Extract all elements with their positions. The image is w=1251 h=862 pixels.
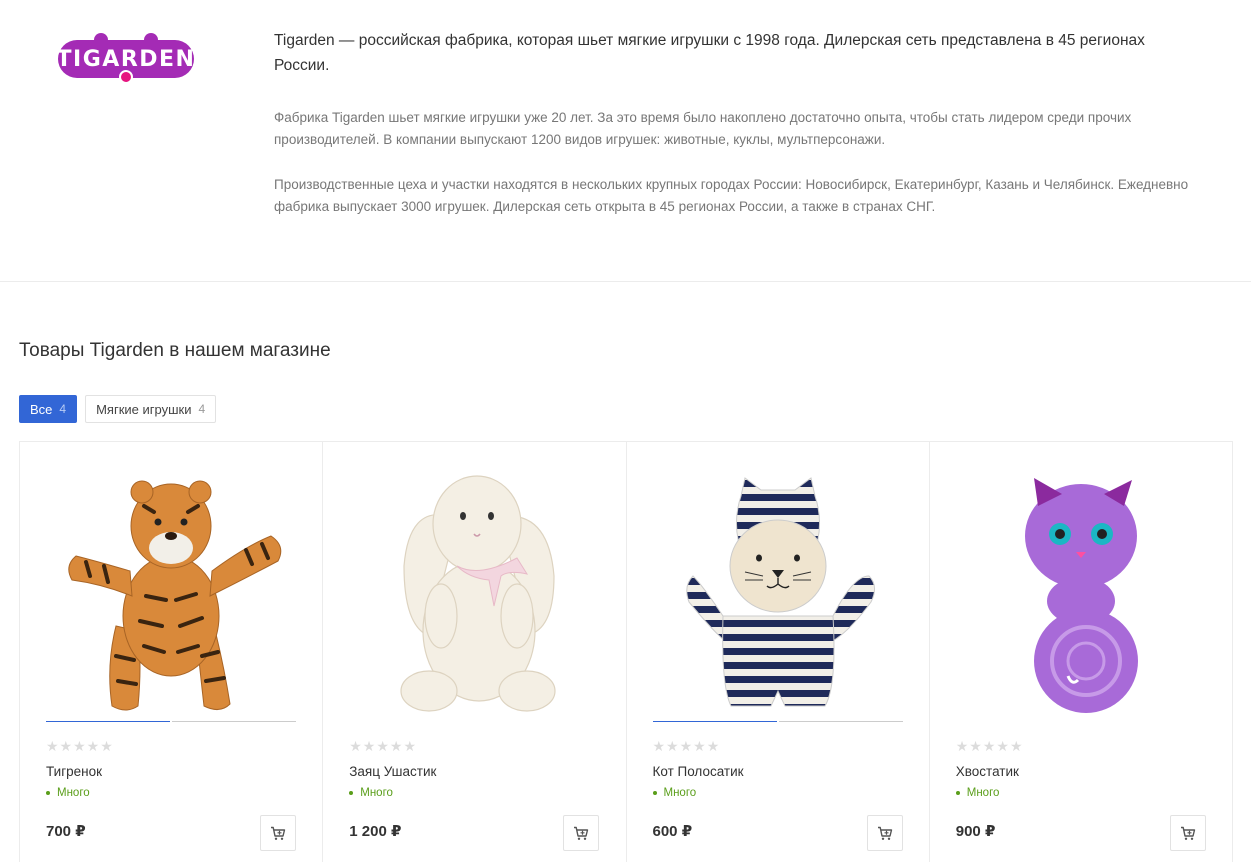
product-card[interactable]: ★★★★★ Тигренок Много 700 ₽ xyxy=(20,442,324,862)
product-card[interactable]: ★★★★★ Заяц Ушастик Много 1 200 ₽ xyxy=(323,442,627,862)
slider-segment[interactable] xyxy=(172,721,296,722)
brand-paragraph-1: Фабрика Tigarden шьет мягкие игрушки уже… xyxy=(274,110,1132,147)
product-card[interactable]: ★★★★★ Кот Полосатик Много 600 ₽ xyxy=(627,442,930,862)
add-to-cart-button[interactable] xyxy=(866,815,903,851)
stock-status: Много xyxy=(652,787,697,799)
tab-count: 4 xyxy=(198,402,206,416)
stock-dot-icon xyxy=(955,791,960,795)
stock-status: Много xyxy=(349,787,393,799)
product-name[interactable]: Заяц Ушастик xyxy=(349,764,436,779)
tab-label: Все xyxy=(30,401,53,417)
tigarden-logo: TIGARDEN xyxy=(57,32,196,86)
stock-status: Много xyxy=(955,787,1000,799)
brand-paragraph-2: Производственные цеха и участки находятс… xyxy=(274,177,1189,214)
product-price: 700 ₽ xyxy=(46,823,86,840)
add-to-cart-button[interactable] xyxy=(563,815,600,851)
stock-dot-icon xyxy=(652,791,657,795)
slider-segment[interactable] xyxy=(652,721,777,722)
stock-label: Много xyxy=(663,787,697,799)
tab-count: 4 xyxy=(59,402,67,416)
add-to-cart-button[interactable] xyxy=(260,815,296,851)
stock-label: Много xyxy=(966,787,1000,799)
product-grid: ★★★★★ Тигренок Много 700 ₽ ★★★★★ Заяц Уш… xyxy=(19,441,1233,862)
cart-icon xyxy=(271,826,286,840)
product-price: 900 ₽ xyxy=(955,823,996,840)
rating-stars: ★★★★★ xyxy=(652,738,721,754)
products-section-title: Товары Tigarden в нашем магазине xyxy=(19,340,331,361)
cart-icon xyxy=(574,826,589,840)
tab-all[interactable]: Все 4 xyxy=(19,395,78,423)
slider-segment[interactable] xyxy=(46,721,170,722)
product-price: 600 ₽ xyxy=(652,823,693,840)
product-price: 1 200 ₽ xyxy=(349,823,402,840)
slider-segment[interactable] xyxy=(778,721,903,722)
cart-icon xyxy=(1180,826,1195,840)
stock-dot-icon xyxy=(349,791,354,795)
brand-info-block: TIGARDEN Tigarden — российская фабрика, … xyxy=(0,0,1251,282)
product-name[interactable]: Тигренок xyxy=(46,764,102,779)
rating-stars: ★★★★★ xyxy=(349,738,418,754)
logo-nose xyxy=(119,70,133,84)
add-to-cart-button[interactable] xyxy=(1169,815,1206,851)
tab-soft-toys[interactable]: Мягкие игрушки 4 xyxy=(85,395,217,423)
stock-dot-icon xyxy=(46,791,50,795)
stock-status: Много xyxy=(46,787,90,799)
rating-stars: ★★★★★ xyxy=(955,738,1024,754)
rating-stars: ★★★★★ xyxy=(46,738,114,754)
cart-icon xyxy=(877,826,892,840)
product-name[interactable]: Хвостатик xyxy=(956,764,1019,779)
tab-label: Мягкие игрушки xyxy=(96,401,192,417)
image-slider-indicator[interactable] xyxy=(46,721,296,722)
category-tabs: Все 4 Мягкие игрушки 4 xyxy=(19,395,217,423)
stock-label: Много xyxy=(57,787,90,799)
stock-label: Много xyxy=(360,787,393,799)
striped-cat-toy-image[interactable] xyxy=(653,466,903,716)
brand-lead-text: Tigarden — российская фабрика, которая ш… xyxy=(274,32,1145,74)
image-slider-indicator[interactable] xyxy=(652,721,903,722)
tiger-toy-image[interactable] xyxy=(46,466,296,716)
purple-cat-toy-image[interactable] xyxy=(956,466,1206,716)
product-card[interactable]: ★★★★★ Хвостатик Много 900 ₽ xyxy=(930,442,1232,862)
product-name[interactable]: Кот Полосатик xyxy=(653,764,744,779)
bunny-toy-image[interactable] xyxy=(349,466,599,716)
